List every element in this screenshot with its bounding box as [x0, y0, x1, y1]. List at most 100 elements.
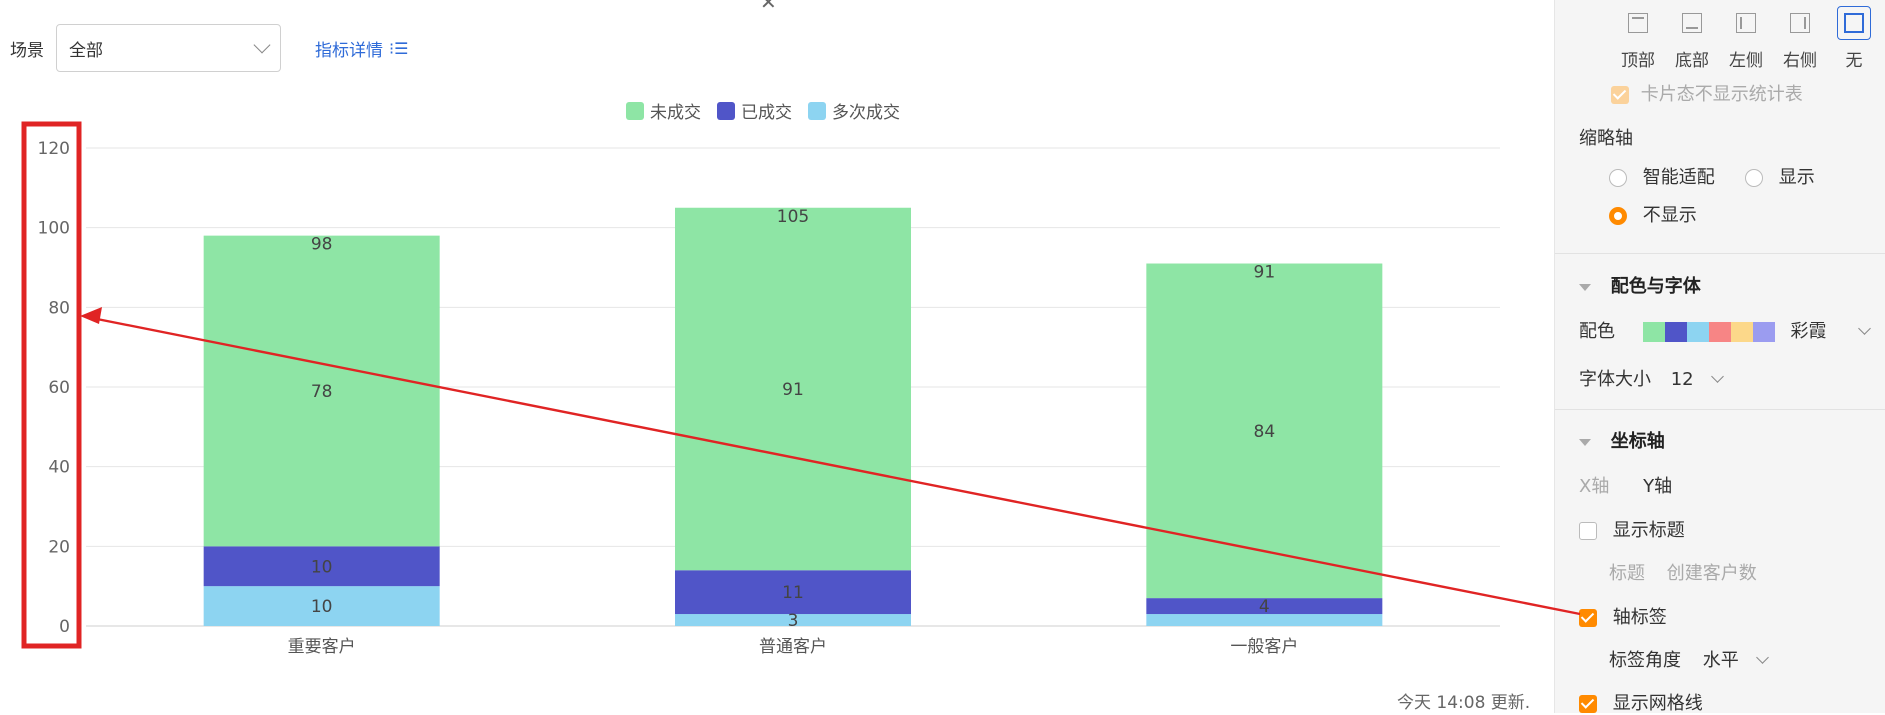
metric-detail-label: 指标详情 — [315, 40, 383, 61]
metric-detail-link[interactable]: 指标详情 ⁝☰ — [315, 36, 408, 61]
legend-pos-bottom[interactable]: 底部 — [1665, 6, 1719, 71]
legend-swatch — [808, 101, 826, 120]
legend-pos-top[interactable]: 顶部 — [1611, 6, 1665, 71]
checkbox-checked — [1579, 609, 1597, 627]
settings-panel: 顶部 底部 左侧 右侧 无 卡片态不显示统计表 缩略轴 智能适配 显示 不显示 — [1554, 0, 1885, 715]
label-angle-row[interactable]: 标签角度 水平 — [1609, 646, 1770, 672]
close-icon[interactable]: ✕ — [760, 0, 780, 12]
y-tick-label: 0 — [59, 617, 70, 637]
legend-bottom-icon — [1682, 13, 1702, 33]
radio — [1745, 169, 1763, 187]
scene-select-value: 全部 — [69, 40, 103, 61]
legend-pos-left[interactable]: 左侧 — [1719, 6, 1773, 71]
thumb-option-show[interactable]: 显示 — [1745, 163, 1815, 189]
axis-title-value[interactable]: 创建客户数 — [1667, 563, 1757, 584]
scene-select[interactable]: 全部 — [56, 24, 281, 72]
card-hide-stats-option[interactable]: 卡片态不显示统计表 — [1611, 80, 1803, 106]
y-tick-label: 20 — [48, 537, 70, 557]
x-category-label: 重要客户 — [288, 637, 356, 657]
legend-swatch — [717, 101, 735, 120]
palette-label: 配色 — [1579, 321, 1615, 342]
x-category-label: 一般客户 — [1230, 637, 1298, 657]
chevron-down-icon — [1858, 322, 1872, 335]
section-title: 坐标轴 — [1610, 431, 1665, 452]
legend-left-icon — [1736, 13, 1756, 33]
thumb-option-smart[interactable]: 智能适配 — [1609, 163, 1715, 189]
axis-title-label: 标题 — [1609, 563, 1645, 584]
legend-pos-label: 底部 — [1675, 51, 1709, 71]
option-label: 智能适配 — [1642, 167, 1715, 188]
y-tick-label: 80 — [48, 298, 70, 318]
checkbox — [1579, 522, 1597, 540]
axis-section-header[interactable]: 坐标轴 — [1579, 427, 1665, 453]
axis-title-row: 标题 创建客户数 — [1609, 559, 1757, 585]
axis-label-option[interactable]: 轴标签 — [1579, 603, 1667, 629]
checkbox — [1611, 86, 1629, 104]
legend-none-icon — [1844, 13, 1864, 33]
y-tick-label: 40 — [48, 458, 70, 478]
legend-pos-none[interactable]: 无 — [1827, 6, 1881, 71]
stacked-bar-chart: 0 20 40 60 80 100 120 10 10 78 98 重要客户 3 11 91 105 普通客户 4… — [38, 139, 1500, 657]
data-label: 10 — [311, 597, 333, 617]
data-label: 91 — [1254, 263, 1276, 283]
legend-position-group: 顶部 底部 左侧 右侧 无 — [1611, 6, 1881, 71]
legend-top-icon — [1628, 13, 1648, 33]
legend-pos-label: 顶部 — [1621, 51, 1655, 71]
legend-pos-label: 左侧 — [1729, 51, 1763, 71]
label-angle-label: 标签角度 — [1609, 650, 1681, 671]
y-tick-label: 120 — [38, 139, 70, 159]
divider — [1555, 409, 1885, 410]
chart-area: ✕ 场景 全部 指标详情 ⁝☰ 未成交 已成交 多次成交 0 20 40 60 80 10… — [0, 0, 1554, 713]
show-title-option[interactable]: 显示标题 — [1579, 516, 1685, 542]
font-size-value: 12 — [1670, 369, 1694, 390]
collapse-triangle-icon — [1579, 283, 1591, 291]
chevron-down-icon — [1756, 651, 1770, 664]
x-category-label: 普通客户 — [759, 637, 827, 657]
update-timestamp: 今天 14:08 更新. — [1397, 693, 1531, 713]
tab-x-axis[interactable]: X轴 — [1579, 476, 1609, 497]
option-label: 不显示 — [1642, 205, 1697, 226]
data-label: 91 — [782, 380, 804, 400]
checkbox-checked — [1579, 695, 1597, 713]
font-size-row[interactable]: 字体大小 12 — [1579, 365, 1725, 391]
data-label: 84 — [1254, 422, 1276, 442]
chevron-down-icon — [1711, 370, 1725, 383]
font-size-label: 字体大小 — [1579, 369, 1651, 390]
data-label: 3 — [788, 611, 799, 631]
show-title-label: 显示标题 — [1612, 520, 1685, 541]
thumb-option-hide[interactable]: 不显示 — [1609, 201, 1697, 227]
data-label: 105 — [777, 207, 809, 227]
thumb-axis-title: 缩略轴 — [1579, 128, 1633, 149]
radio — [1609, 169, 1627, 187]
list-icon: ⁝☰ — [389, 38, 409, 58]
y-tick-label: 60 — [48, 378, 70, 398]
show-grid-option[interactable]: 显示网格线 — [1579, 689, 1703, 715]
legend-swatch — [626, 101, 644, 120]
tab-y-axis[interactable]: Y轴 — [1643, 476, 1672, 497]
show-grid-label: 显示网格线 — [1612, 693, 1703, 714]
data-label: 11 — [782, 583, 804, 603]
axis-tabs: X轴 Y轴 — [1579, 472, 1672, 498]
legend-pos-label: 右侧 — [1783, 51, 1817, 71]
data-label: 98 — [311, 235, 333, 255]
collapse-triangle-icon — [1579, 438, 1591, 446]
y-tick-label: 100 — [38, 219, 70, 239]
data-label: 4 — [1259, 597, 1270, 617]
card-hide-stats-label: 卡片态不显示统计表 — [1640, 84, 1803, 105]
divider — [1555, 253, 1885, 254]
scene-label: 场景 — [10, 40, 44, 61]
label-angle-value: 水平 — [1702, 650, 1739, 671]
color-font-section-header[interactable]: 配色与字体 — [1579, 272, 1701, 298]
data-label: 78 — [311, 382, 333, 402]
filter-toolbar: 场景 全部 指标详情 ⁝☰ — [10, 24, 408, 72]
radio-selected — [1609, 207, 1627, 225]
chevron-down-icon — [253, 36, 271, 54]
legend-pos-right[interactable]: 右侧 — [1773, 6, 1827, 71]
legend-pos-label: 无 — [1845, 51, 1863, 71]
section-title: 配色与字体 — [1610, 276, 1701, 297]
legend-right-icon — [1790, 13, 1810, 33]
palette-name: 彩霞 — [1790, 321, 1827, 342]
palette-row[interactable]: 配色 彩霞 — [1579, 317, 1872, 343]
option-label: 显示 — [1778, 167, 1815, 188]
palette-swatches — [1642, 322, 1775, 342]
